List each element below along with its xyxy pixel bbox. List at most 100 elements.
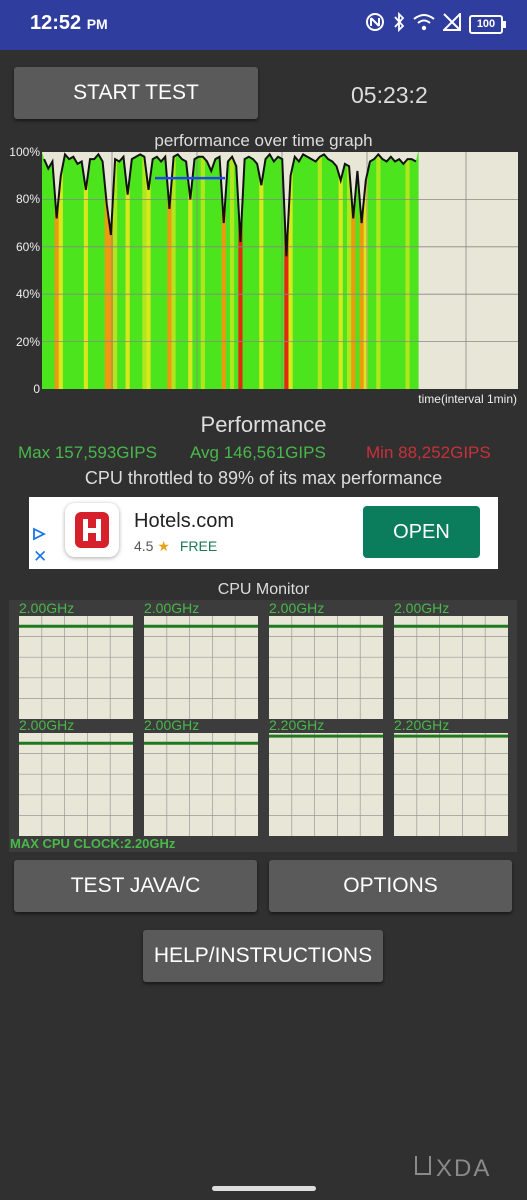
perf-column bbox=[92, 152, 97, 389]
battery-icon: 100 bbox=[469, 15, 506, 34]
perf-column bbox=[397, 152, 402, 389]
perf-column bbox=[380, 152, 386, 389]
hotels-logo-icon bbox=[65, 503, 119, 557]
ad-close-icon[interactable]: ✕ bbox=[33, 547, 47, 567]
status-bar: 12:52 PM 100 bbox=[0, 0, 527, 50]
cpu-monitor-panel: 2.00GHz 2.00GHz 2.00GHz 2.00GHz 2.00GHz … bbox=[9, 600, 517, 852]
perf-column bbox=[250, 152, 256, 389]
perf-column bbox=[192, 152, 198, 389]
perf-column bbox=[401, 152, 407, 389]
y-tick-0: 0 bbox=[33, 382, 40, 396]
test-java-c-button[interactable]: TEST JAVA/C bbox=[14, 860, 257, 912]
perf-column bbox=[376, 152, 381, 389]
core-graph-svg-4 bbox=[19, 733, 133, 836]
perf-column bbox=[388, 152, 394, 389]
perf-column bbox=[96, 152, 102, 389]
perf-column bbox=[179, 152, 185, 389]
core-graph-svg-3 bbox=[394, 616, 508, 719]
star-icon: ★ bbox=[157, 538, 170, 554]
performance-title: Performance bbox=[200, 412, 327, 437]
core-graph-svg-6 bbox=[269, 733, 383, 836]
perf-column bbox=[321, 152, 327, 389]
core-freq-1: 2.00GHz bbox=[144, 600, 200, 616]
perf-column bbox=[392, 152, 398, 389]
perf-column bbox=[259, 152, 265, 389]
signal-off-icon bbox=[441, 11, 461, 36]
performance-graph bbox=[42, 152, 518, 389]
perf-column bbox=[158, 152, 164, 389]
perf-column bbox=[305, 152, 310, 389]
core-graph-svg-0 bbox=[19, 616, 133, 719]
perf-column bbox=[263, 152, 269, 389]
perf-column bbox=[372, 152, 377, 389]
ad-rating: 4.5 ★ FREE bbox=[134, 538, 217, 555]
perf-column bbox=[367, 152, 373, 389]
perf-column bbox=[271, 152, 277, 389]
perf-column bbox=[409, 152, 415, 389]
perf-column bbox=[200, 152, 206, 389]
core-graph-6 bbox=[269, 733, 383, 836]
core-freq-0: 2.00GHz bbox=[19, 600, 75, 616]
perf-column bbox=[175, 152, 181, 389]
graph-title: performance over time graph bbox=[154, 131, 373, 150]
start-test-button[interactable]: START TEST bbox=[14, 67, 258, 119]
perf-column bbox=[413, 152, 419, 389]
core-graph-2 bbox=[269, 616, 383, 719]
perf-column bbox=[384, 152, 390, 389]
perf-column bbox=[87, 152, 93, 389]
help-instructions-button[interactable]: HELP/INSTRUCTIONS bbox=[143, 930, 383, 982]
status-icons: 100 bbox=[365, 11, 506, 37]
ad-info-icon[interactable] bbox=[32, 527, 47, 546]
perf-column bbox=[121, 152, 127, 389]
ad-app-name: Hotels.com bbox=[134, 510, 235, 532]
perf-column bbox=[301, 152, 306, 389]
x-axis-label: time(interval 1min) bbox=[418, 392, 517, 406]
xda-watermark: XDA bbox=[414, 1154, 491, 1183]
wifi-icon bbox=[413, 13, 435, 36]
ad-open-button[interactable]: OPEN bbox=[363, 506, 480, 558]
core-graph-svg-2 bbox=[269, 616, 383, 719]
y-tick-60: 60% bbox=[15, 240, 40, 254]
performance-chart-svg bbox=[42, 152, 518, 389]
perf-column bbox=[133, 152, 139, 389]
ad-banner[interactable]: ✕ Hotels.com 4.5 ★ FREE OPEN bbox=[29, 497, 498, 569]
perf-column bbox=[267, 152, 273, 389]
perf-column bbox=[209, 152, 214, 389]
perf-column bbox=[171, 152, 177, 389]
home-gesture-bar[interactable] bbox=[212, 1186, 316, 1191]
perf-column bbox=[342, 152, 348, 389]
core-graph-svg-1 bbox=[144, 616, 258, 719]
core-freq-7: 2.20GHz bbox=[394, 717, 450, 733]
perf-column bbox=[154, 152, 160, 389]
perf-column bbox=[79, 152, 85, 389]
y-tick-80: 80% bbox=[15, 192, 40, 206]
perf-column bbox=[292, 152, 298, 389]
y-tick-20: 20% bbox=[15, 335, 40, 349]
core-graph-4 bbox=[19, 733, 133, 836]
core-freq-4: 2.00GHz bbox=[19, 717, 75, 733]
core-graph-3 bbox=[394, 616, 508, 719]
perf-column bbox=[309, 152, 315, 389]
perf-column bbox=[138, 152, 143, 389]
ad-price: FREE bbox=[179, 538, 218, 554]
perf-column bbox=[334, 152, 340, 389]
perf-column bbox=[317, 152, 323, 389]
perf-column bbox=[230, 152, 235, 389]
cpu-monitor-title: CPU Monitor bbox=[217, 581, 310, 598]
perf-column bbox=[405, 152, 411, 389]
throttle-message: CPU throttled to 89% of its max performa… bbox=[84, 468, 443, 488]
y-tick-100: 100% bbox=[9, 145, 40, 159]
perf-column bbox=[62, 152, 68, 389]
perf-column bbox=[330, 152, 336, 389]
perf-column bbox=[255, 152, 260, 389]
options-button[interactable]: OPTIONS bbox=[269, 860, 512, 912]
perf-column bbox=[75, 152, 81, 389]
battery-level: 100 bbox=[476, 18, 496, 30]
status-time: 12:52 PM bbox=[30, 12, 108, 35]
watermark-text: XDA bbox=[436, 1154, 492, 1182]
status-time-value: 12:52 bbox=[30, 12, 82, 34]
max-cpu-clock: MAX CPU CLOCK:2.20GHz bbox=[10, 836, 176, 851]
performance-avg: Avg 146,561GIPS bbox=[190, 443, 326, 462]
bluetooth-icon bbox=[393, 11, 405, 37]
test-timer: 05:23:2 bbox=[351, 82, 428, 108]
